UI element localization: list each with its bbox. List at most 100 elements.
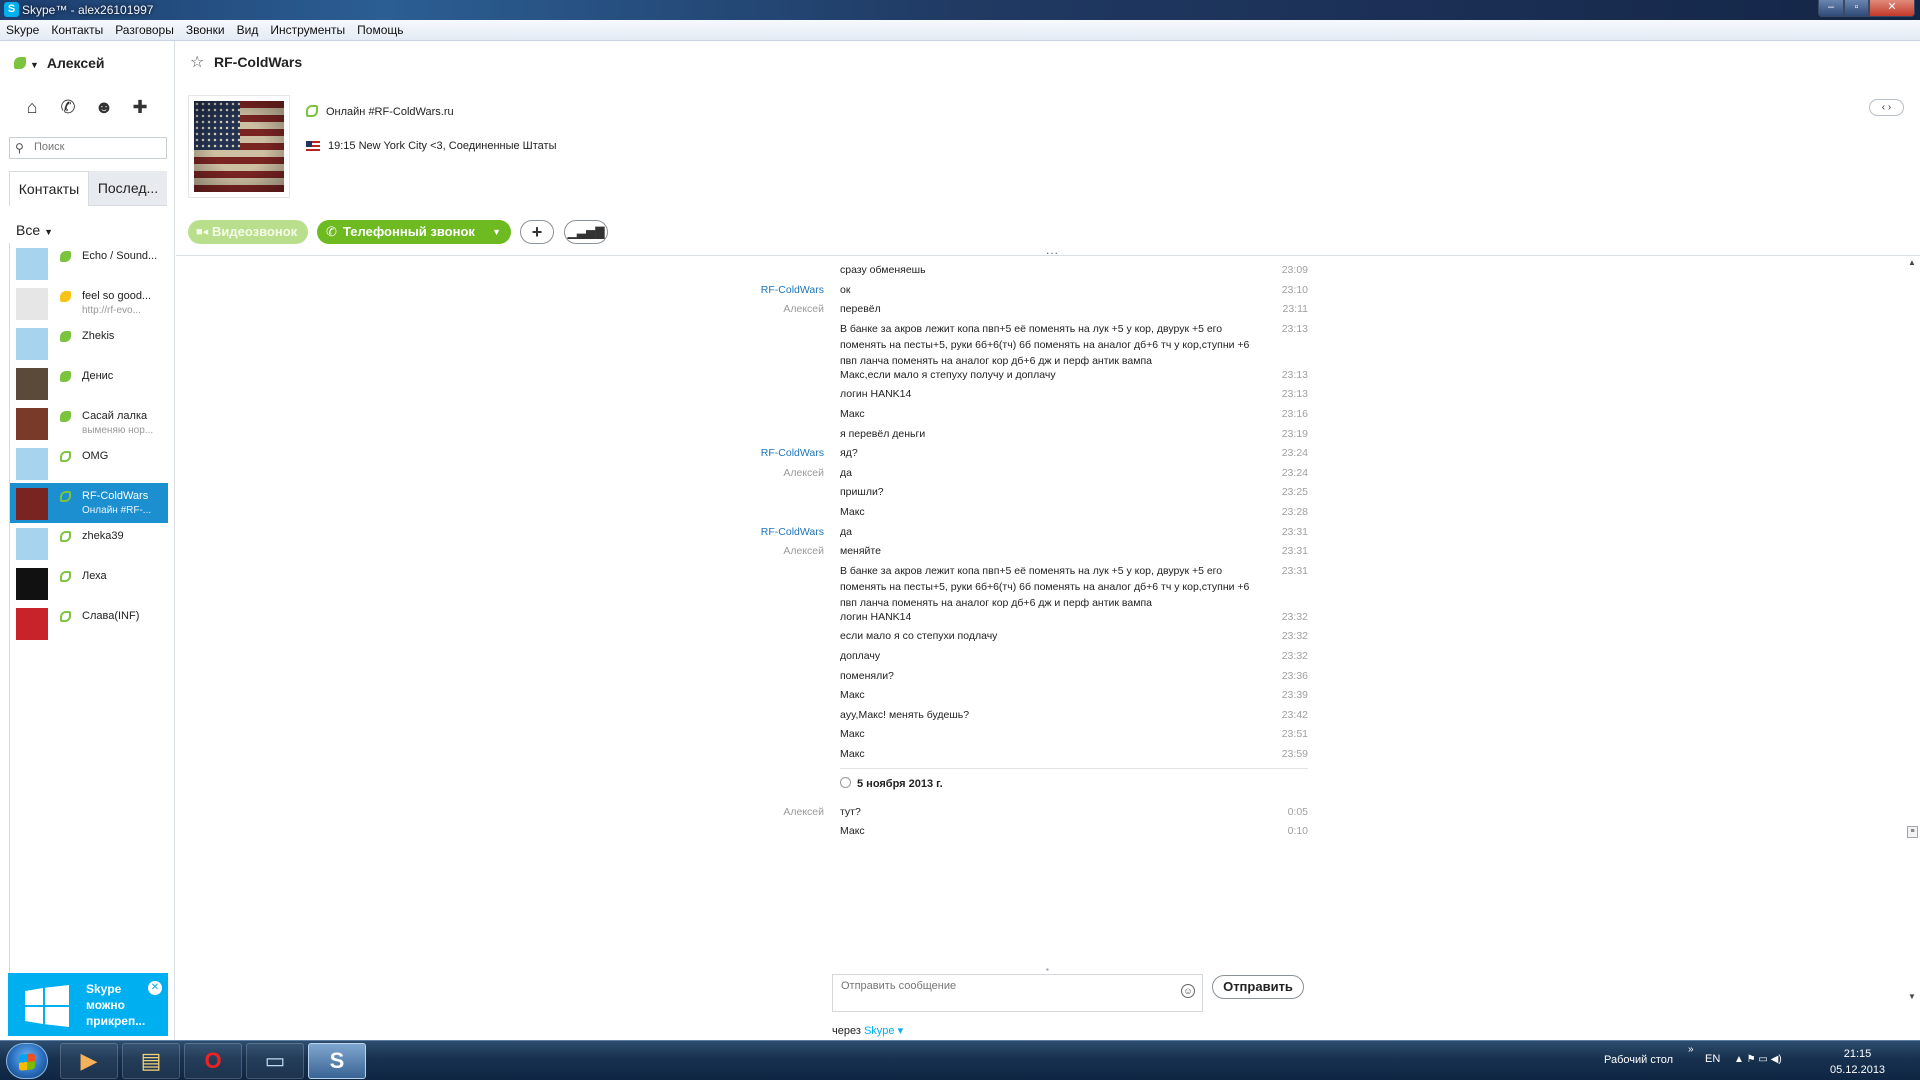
start-button[interactable]: [6, 1043, 48, 1079]
via-service[interactable]: Skype ▾: [864, 1025, 903, 1037]
add-contact-icon[interactable]: ✚: [122, 97, 158, 123]
phone-icon[interactable]: ✆: [50, 97, 86, 123]
menu-conversations[interactable]: Разговоры: [109, 20, 180, 41]
tab-recent[interactable]: Послед...: [89, 171, 167, 206]
contact-item[interactable]: Сасай лалка выменяю нор...: [10, 403, 168, 443]
contact-item[interactable]: OMG: [10, 443, 168, 483]
tray-icons[interactable]: ▲ ⚑ ▭ ◀): [1734, 1054, 1782, 1065]
contact-avatar: [16, 288, 48, 320]
maximize-button[interactable]: ▫: [1844, 0, 1869, 17]
user-name: Алексей: [46, 55, 105, 71]
phone-call-label: Телефонный звонок: [343, 224, 475, 239]
media-player-taskbar-icon[interactable]: ▶: [60, 1043, 118, 1079]
contact-mood: http://rf-evo...: [82, 305, 141, 316]
message-author[interactable]: Алексей: [706, 301, 824, 317]
message-author[interactable]: Алексей: [706, 804, 824, 820]
call-quality-button[interactable]: ▁▃▅▇: [564, 220, 608, 244]
sidebar-tabs: Контакты Послед...: [9, 171, 167, 206]
us-flag-avatar: [194, 101, 284, 192]
menu-view[interactable]: Вид: [231, 20, 265, 41]
tab-contacts[interactable]: Контакты: [9, 171, 89, 206]
message-time: 23:13: [1281, 388, 1308, 401]
message-input[interactable]: [841, 980, 1171, 1006]
contact-item[interactable]: RF-ColdWars Онлайн #RF-...: [10, 483, 168, 523]
date-separator: 5 ноября 2013 г.: [840, 767, 1308, 790]
minimize-button[interactable]: –: [1818, 0, 1844, 17]
message-text: яд?: [840, 447, 858, 460]
message-time: 23:10: [1281, 283, 1308, 296]
contact-item[interactable]: Денис: [10, 363, 168, 403]
message-time: 23:09: [1281, 264, 1308, 276]
video-call-button[interactable]: ■◂ Видеозвонок: [188, 220, 308, 244]
phone-call-button[interactable]: ✆ Телефонный звонок ▼: [317, 220, 511, 244]
via-selector[interactable]: через Skype ▾: [832, 1024, 903, 1037]
message-text: В банке за акров лежит копа пвп+5 её пом…: [840, 322, 1250, 367]
message-time: 23:16: [1281, 408, 1308, 420]
contact-avatar: [16, 568, 48, 600]
user-status-menu[interactable]: ▼ Алексей: [14, 55, 105, 71]
contact-item[interactable]: Zhekis: [10, 323, 168, 363]
group-icon[interactable]: ☻: [86, 97, 122, 123]
message-author[interactable]: RF-ColdWars: [706, 445, 824, 461]
contact-item[interactable]: Слава(INF): [10, 603, 168, 643]
star-icon[interactable]: ☆: [190, 52, 204, 72]
message-author[interactable]: RF-ColdWars: [706, 282, 824, 298]
message-text: ayy,Макс! менять будешь?: [840, 708, 970, 721]
menu-skype[interactable]: Skype: [0, 20, 45, 41]
menu-help[interactable]: Помощь: [351, 20, 409, 41]
close-promo-icon[interactable]: ✕: [148, 981, 162, 995]
message-text: меняйте: [840, 545, 881, 558]
message-author[interactable]: Алексей: [706, 543, 824, 559]
contact-item[interactable]: zheka39: [10, 523, 168, 563]
contact-name: Слава(INF): [82, 610, 140, 622]
desktop-toolbar-label[interactable]: Рабочий стол: [1604, 1054, 1673, 1066]
contacts-filter[interactable]: Все ▼: [16, 222, 53, 238]
contact-item[interactable]: Леха: [10, 563, 168, 603]
message-text: да: [840, 466, 852, 479]
message-author[interactable]: RF-ColdWars: [706, 524, 824, 540]
message-time: 23:11: [1282, 303, 1309, 316]
contact-item[interactable]: Echo / Sound...: [10, 243, 168, 283]
scroll-up-icon[interactable]: ▲: [1908, 258, 1916, 267]
conversation-title: RF-ColdWars: [214, 54, 303, 70]
menu-calls[interactable]: Звонки: [180, 20, 231, 41]
clock-icon: [840, 776, 851, 788]
close-button[interactable]: ✕: [1869, 0, 1915, 17]
status-icon: [60, 491, 71, 502]
home-icon[interactable]: ⌂: [14, 97, 50, 123]
status-icon: [60, 371, 71, 382]
menu-tools[interactable]: Инструменты: [264, 20, 351, 41]
date-separator-text: 5 ноября 2013 г.: [857, 777, 943, 790]
message-time: 23:39: [1281, 689, 1308, 702]
contact-avatar: [16, 488, 48, 520]
message-author[interactable]: Алексей: [706, 465, 824, 481]
opera-taskbar-icon[interactable]: O: [184, 1043, 242, 1079]
language-indicator[interactable]: EN: [1705, 1053, 1720, 1065]
scroll-thumb[interactable]: ≡: [1907, 826, 1918, 838]
contact-list: Echo / Sound... feel so good... http://rf-…: [9, 243, 168, 1003]
contact-avatar: [16, 408, 48, 440]
add-button[interactable]: +: [520, 220, 554, 244]
message-time: 23:24: [1281, 447, 1308, 460]
phone-icon: ✆: [326, 224, 337, 239]
scroll-down-icon[interactable]: ▼: [1908, 992, 1916, 1001]
search-input[interactable]: [34, 141, 164, 153]
message-text: Макс: [840, 748, 865, 760]
send-button[interactable]: Отправить: [1212, 975, 1304, 999]
location-line: 19:15 New York City <3, Соединенные Штат…: [306, 140, 557, 152]
message-time: 23:31: [1281, 564, 1308, 577]
contact-avatar[interactable]: [188, 95, 290, 198]
search-box: ⚲: [9, 137, 167, 159]
nav-arrows[interactable]: ‹ ›: [1869, 99, 1904, 116]
skype-pin-promo[interactable]: Skype можно прикреп... ✕: [8, 973, 168, 1036]
clock[interactable]: 21:15 05.12.2013: [1830, 1046, 1885, 1078]
menu-contacts[interactable]: Контакты: [45, 20, 109, 41]
contact-item[interactable]: feel so good... http://rf-evo...: [10, 283, 168, 323]
explorer-taskbar-icon[interactable]: ▤: [122, 1043, 180, 1079]
computer-taskbar-icon[interactable]: ▭: [246, 1043, 304, 1079]
resize-handle[interactable]: ▪: [1046, 965, 1049, 974]
double-chevron-icon[interactable]: »: [1688, 1044, 1694, 1055]
scrollbar[interactable]: ▲ ≡ ▼: [1905, 256, 1920, 1006]
emoticon-icon[interactable]: ☺: [1181, 984, 1195, 998]
skype-taskbar-icon[interactable]: S: [308, 1043, 366, 1079]
